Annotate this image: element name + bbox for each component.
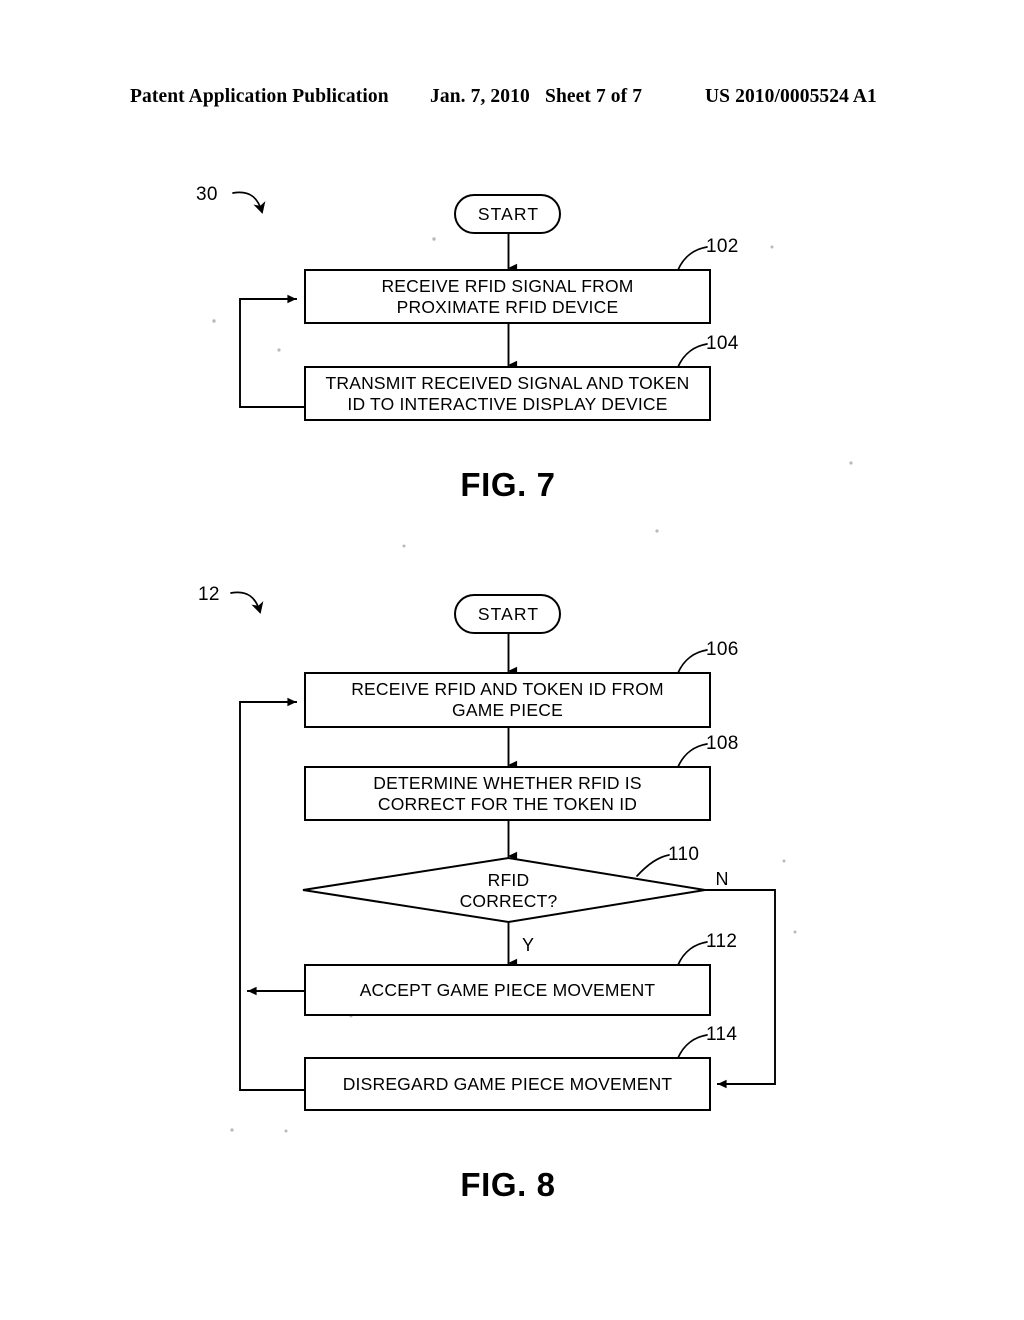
fig7-node-102: RECEIVE RFID SIGNAL FROM PROXIMATE RFID …: [304, 236, 739, 324]
fig8-branch-label-yes: Y: [522, 935, 534, 955]
fig7-caption: FIG. 7: [460, 466, 555, 503]
fig8-node-106-ref: 106: [706, 639, 739, 660]
fig8-node-108-ref: 108: [706, 733, 739, 754]
figure-7: 30 START RECEIVE RFID SIGNAL FROM PROXIM…: [196, 184, 739, 503]
fig7-assembly-ref: 30: [196, 184, 218, 205]
fig8-node-110-ref: 110: [668, 844, 699, 865]
fig8-node-114-line-1: DISREGARD GAME PIECE MOVEMENT: [343, 1074, 673, 1094]
fig7-assembly-pointer: 30: [196, 184, 266, 214]
fig8-node-108: DETERMINE WHETHER RFID IS CORRECT FOR TH…: [304, 733, 739, 821]
fig8-start-node: START: [454, 594, 561, 634]
figure-8: 12 START RECEIVE RFID AND TOKEN ID FROM …: [198, 584, 776, 1203]
fig8-node-112-ref: 112: [706, 931, 737, 952]
fig8-node-112-line-1: ACCEPT GAME PIECE MOVEMENT: [360, 980, 656, 1000]
fig8-node-106-line-1: RECEIVE RFID AND TOKEN ID FROM: [351, 679, 664, 699]
fig8-node-112-leader: [677, 941, 708, 966]
fig8-node-110-line-1: RFID: [488, 870, 530, 890]
fig7-node-102-leader: [677, 246, 708, 271]
fig7-node-104-leader: [677, 343, 708, 368]
fig7-node-104-line-2: ID TO INTERACTIVE DISPLAY DEVICE: [347, 394, 667, 414]
fig8-node-108-line-2: CORRECT FOR THE TOKEN ID: [378, 794, 637, 814]
fig8-assembly-arrow: [230, 591, 264, 614]
fig8-node-106: RECEIVE RFID AND TOKEN ID FROM GAME PIEC…: [304, 639, 739, 728]
fig8-node-110-leader: [636, 854, 670, 877]
fig7-node-102-line-2: PROXIMATE RFID DEVICE: [397, 297, 619, 317]
figures-svg: 30 START RECEIVE RFID SIGNAL FROM PROXIM…: [196, 184, 853, 1203]
fig8-node-114-ref: 114: [706, 1024, 737, 1045]
fig7-start-label: START: [478, 204, 539, 224]
drawing-sheet: 30 START RECEIVE RFID SIGNAL FROM PROXIM…: [0, 0, 1024, 1320]
fig8-node-114-leader: [677, 1034, 708, 1059]
fig8-node-110-line-2: CORRECT?: [460, 891, 558, 911]
fig7-assembly-arrow: [232, 191, 266, 214]
fig8-node-106-leader: [677, 649, 708, 674]
fig8-edge-return-spine-to-106: [239, 697, 306, 1091]
fig8-node-106-line-2: GAME PIECE: [452, 700, 563, 720]
fig7-node-104-ref: 104: [706, 333, 739, 354]
fig7-start-node: START: [454, 194, 561, 234]
fig8-branch-label-no: N: [716, 869, 729, 889]
fig7-node-102-line-1: RECEIVE RFID SIGNAL FROM: [381, 276, 633, 296]
fig8-node-114: DISREGARD GAME PIECE MOVEMENT 114: [304, 1024, 737, 1111]
fig8-caption: FIG. 8: [460, 1166, 555, 1203]
fig7-edge-feedback-104-to-102: [239, 294, 306, 408]
fig8-node-108-leader: [677, 743, 708, 768]
fig8-node-108-line-1: DETERMINE WHETHER RFID IS: [373, 773, 641, 793]
fig8-start-label: START: [478, 604, 539, 624]
fig8-edge-110-no-to-114: [704, 889, 776, 1089]
fig8-assembly-pointer: 12: [198, 584, 264, 614]
fig7-node-104: TRANSMIT RECEIVED SIGNAL AND TOKEN ID TO…: [304, 333, 739, 421]
fig7-node-104-line-1: TRANSMIT RECEIVED SIGNAL AND TOKEN: [325, 373, 689, 393]
fig8-node-110: RFID CORRECT? 110: [302, 844, 706, 924]
fig8-assembly-ref: 12: [198, 584, 220, 605]
fig7-node-102-ref: 102: [706, 236, 739, 257]
